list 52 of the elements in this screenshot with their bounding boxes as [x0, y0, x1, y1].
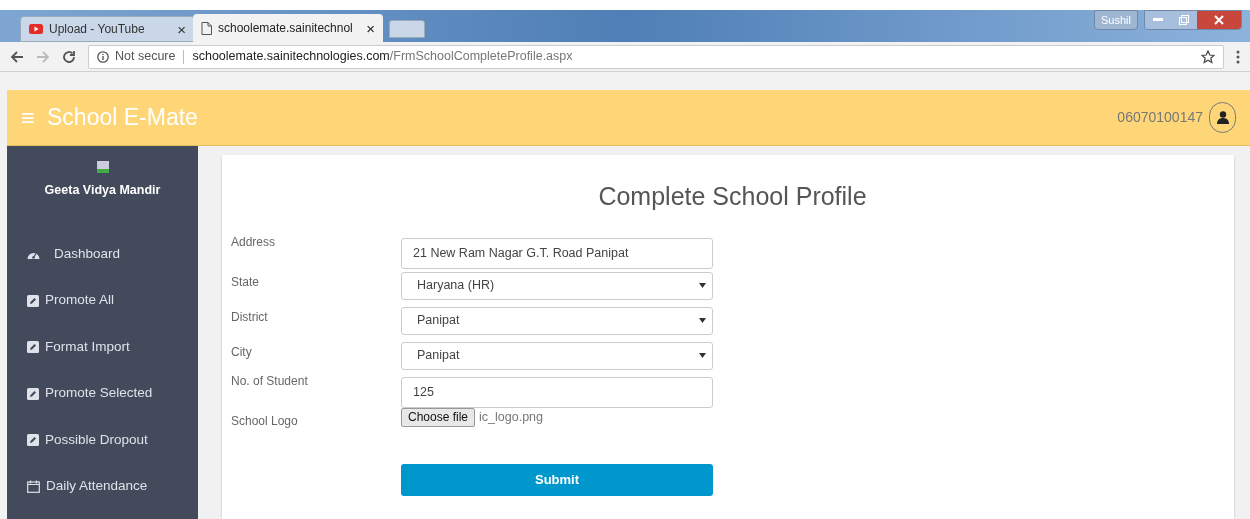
sidebar-item[interactable]: Daily Attendance — [7, 463, 198, 510]
broken-image-icon — [96, 161, 109, 173]
page-icon — [201, 21, 212, 35]
file-name: ic_logo.png — [479, 408, 543, 426]
sidebar-item[interactable]: Promote All — [7, 277, 198, 324]
caret-icon — [699, 283, 706, 288]
minimize-icon — [1153, 18, 1163, 22]
dropdown[interactable]: Haryana (HR) — [401, 271, 713, 300]
close-icon — [1214, 15, 1224, 25]
info-icon[interactable] — [97, 50, 109, 63]
dropdown[interactable]: Panipat — [401, 341, 713, 370]
text-field[interactable]: 21 New Ram Nagar G.T. Road Panipat — [401, 237, 713, 269]
field-label: District — [231, 308, 269, 326]
field-label: No. of Student — [231, 372, 309, 390]
field-label: Address — [231, 233, 277, 251]
close-tab-button[interactable]: × — [177, 21, 186, 37]
browser-tab[interactable]: schoolemate.sainitechnol × — [193, 14, 383, 42]
address-bar[interactable]: Not secure schoolemate.sainitechnologies.com/FrmSchoolCompleteProfile.aspx — [88, 44, 1224, 69]
close-window-button[interactable] — [1197, 11, 1241, 29]
sidebar-item[interactable]: Promote Selected — [7, 370, 198, 417]
security-label: Not secure — [115, 48, 176, 66]
choose-file-button[interactable]: Choose file — [401, 407, 476, 427]
back-icon[interactable] — [10, 49, 24, 64]
edit-icon — [27, 434, 39, 446]
caret-icon — [699, 353, 706, 358]
sidebar-item[interactable]: Format Import — [7, 323, 198, 371]
restore-icon — [1179, 15, 1189, 25]
field-label: School Logo — [231, 412, 299, 430]
edit-icon — [27, 387, 39, 400]
school-name: Geeta Vidya Mandir — [44, 182, 161, 199]
field-label: City — [231, 343, 253, 361]
tab-title: Upload - YouTube — [49, 21, 146, 38]
reload-icon[interactable] — [62, 49, 76, 64]
url-text: schoolemate.sainitechnologies.com/FrmSchoolCompleteProfile.aspx — [192, 48, 573, 66]
field-label: State — [231, 273, 261, 291]
caret-icon — [699, 318, 706, 323]
tab-title: schoolemate.sainitechnol — [218, 20, 354, 37]
browser-tab[interactable]: Upload - YouTube × — [20, 16, 195, 42]
sidebar-item[interactable]: Dashboard — [7, 230, 198, 278]
calendar-icon — [27, 480, 40, 493]
dropdown[interactable]: Panipat — [401, 306, 713, 335]
text-field[interactable]: 125 — [401, 376, 713, 408]
star-icon[interactable] — [1201, 49, 1215, 64]
app-title: School E-Mate — [47, 103, 198, 133]
close-tab-button[interactable]: × — [366, 20, 375, 36]
play-logo-icon — [29, 24, 43, 34]
sidebar-item[interactable]: Possible Dropout — [7, 416, 198, 464]
user-id: 06070100147 — [1117, 108, 1203, 127]
form-title: Complete School Profile — [597, 181, 868, 212]
edit-icon — [27, 341, 39, 353]
edit-icon — [27, 294, 39, 307]
menu-icon[interactable] — [1236, 49, 1240, 64]
